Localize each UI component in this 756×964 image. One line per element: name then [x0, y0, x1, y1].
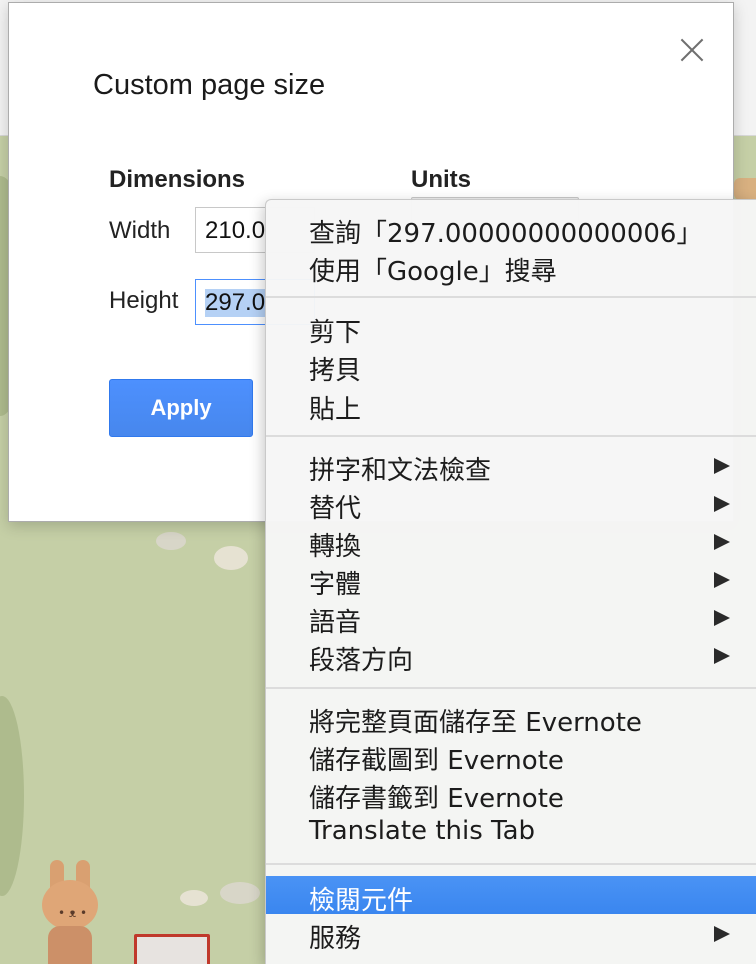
close-icon[interactable]: [679, 37, 705, 63]
menu-separator: [266, 296, 756, 298]
background-decoration: [734, 178, 756, 200]
units-heading: Units: [411, 166, 471, 193]
height-input-value: 297.0: [205, 289, 266, 317]
menu-item-search-google[interactable]: 使用「Google」搜尋: [266, 247, 756, 287]
menu-item-lookup[interactable]: 查詢「297.00000000000006」: [266, 209, 756, 249]
menu-item-label: 字體: [309, 570, 362, 600]
menu-item-label: 儲存截圖到 Evernote: [309, 746, 564, 776]
menu-item-label: 貼上: [309, 395, 362, 425]
menu-item-label: 轉換: [309, 532, 362, 562]
background-sign: [134, 934, 210, 964]
menu-separator: [266, 435, 756, 437]
menu-item-services[interactable]: 服務: [266, 914, 756, 954]
menu-item-font[interactable]: 字體: [266, 560, 756, 600]
submenu-arrow-icon: [714, 610, 730, 626]
menu-item-label: 儲存書籤到 Evernote: [309, 784, 564, 814]
menu-item-speech[interactable]: 語音: [266, 598, 756, 638]
menu-item-translate-tab[interactable]: Translate this Tab: [266, 812, 756, 850]
menu-item-evernote-screenshot[interactable]: 儲存截圖到 Evernote: [266, 736, 756, 776]
menu-item-copy[interactable]: 拷貝: [266, 346, 756, 386]
menu-item-label: 剪下: [309, 318, 362, 348]
menu-item-label: 使用「Google」搜尋: [309, 257, 557, 287]
width-label: Width: [109, 217, 171, 244]
menu-item-paste[interactable]: 貼上: [266, 385, 756, 425]
submenu-arrow-icon: [714, 572, 730, 588]
dimensions-heading: Dimensions: [109, 166, 246, 193]
menu-item-evernote-bookmark[interactable]: 儲存書籤到 Evernote: [266, 774, 756, 814]
menu-item-inspect-element[interactable]: 檢閱元件: [266, 876, 756, 916]
menu-item-label: 將完整頁面儲存至 Evernote: [309, 708, 642, 738]
submenu-arrow-icon: [714, 534, 730, 550]
menu-item-label: 查詢「297.00000000000006」: [309, 219, 703, 249]
background-bush: [0, 696, 24, 896]
bear-character-image: • ᴥ •: [38, 860, 102, 964]
apply-button[interactable]: Apply: [109, 379, 253, 437]
menu-item-label: 服務: [309, 924, 362, 954]
menu-separator: [266, 687, 756, 689]
width-input-value: 210.0: [205, 217, 266, 244]
menu-item-label: 檢閱元件: [309, 886, 414, 916]
submenu-arrow-icon: [714, 458, 730, 474]
menu-item-label: 拼字和文法檢查: [309, 456, 492, 486]
menu-item-transformations[interactable]: 轉換: [266, 522, 756, 562]
bear-body: [48, 926, 92, 964]
background-rock: [180, 890, 208, 906]
menu-item-cut[interactable]: 剪下: [266, 308, 756, 348]
background-rock: [156, 532, 186, 550]
menu-item-label: 語音: [309, 608, 362, 638]
submenu-arrow-icon: [714, 496, 730, 512]
menu-item-label: 段落方向: [309, 646, 414, 676]
dialog-title: Custom page size: [93, 69, 326, 101]
menu-separator: [266, 863, 756, 865]
menu-item-paragraph-direction[interactable]: 段落方向: [266, 636, 756, 676]
menu-item-label: 替代: [309, 494, 362, 524]
background-rock: [214, 546, 248, 570]
menu-item-label: 拷貝: [309, 356, 362, 386]
menu-item-label: Translate this Tab: [309, 816, 536, 846]
submenu-arrow-icon: [714, 648, 730, 664]
menu-item-substitutions[interactable]: 替代: [266, 484, 756, 524]
bear-face: • ᴥ •: [58, 906, 88, 920]
menu-item-evernote-full-page[interactable]: 將完整頁面儲存至 Evernote: [266, 698, 756, 738]
submenu-arrow-icon: [714, 926, 730, 942]
background-rock: [220, 882, 260, 904]
menu-item-spelling-grammar[interactable]: 拼字和文法檢查: [266, 446, 756, 486]
height-label: Height: [109, 287, 179, 314]
context-menu: 查詢「297.00000000000006」 使用「Google」搜尋 剪下 拷…: [265, 199, 756, 964]
bear-head: [42, 880, 98, 930]
